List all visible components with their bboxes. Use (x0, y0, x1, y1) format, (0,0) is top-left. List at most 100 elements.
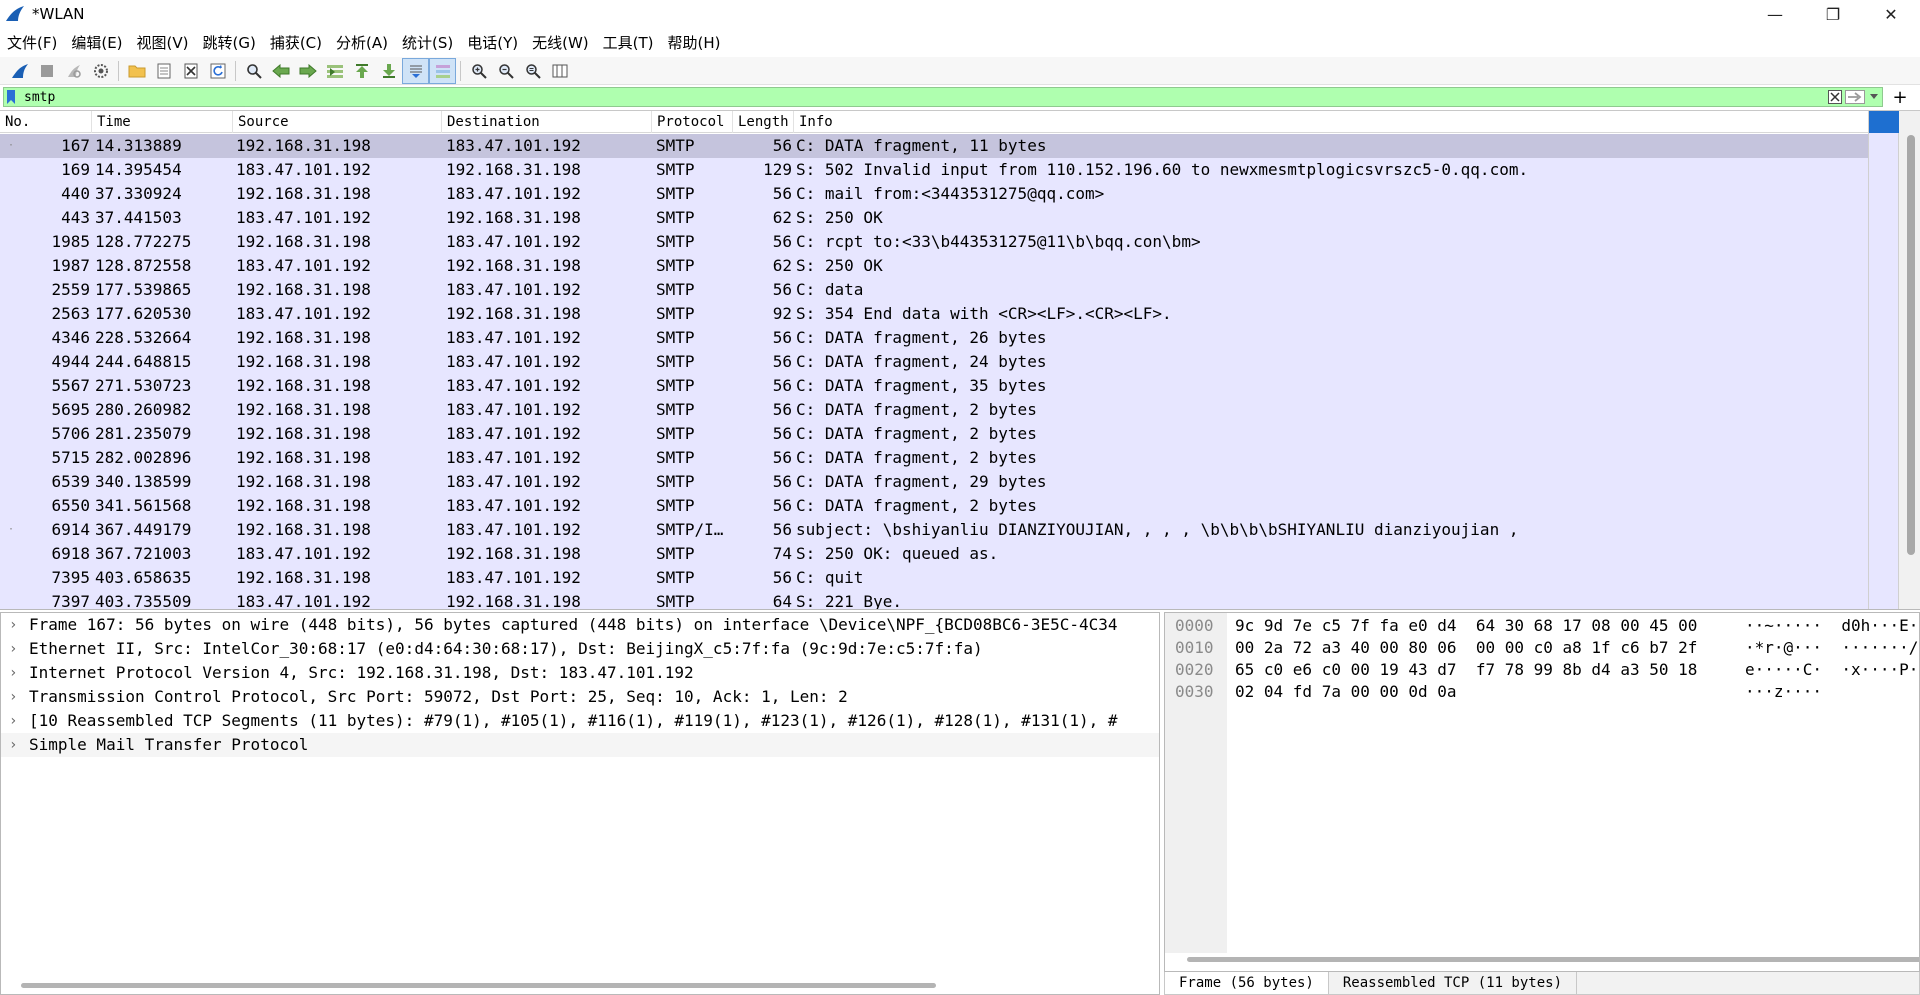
open-file-button[interactable] (123, 58, 150, 84)
detail-tree-row[interactable]: › [10 Reassembled TCP Segments (11 bytes)… (1, 709, 1159, 733)
bytes-hex[interactable]: 65 c0 e6 c0 00 19 43 d7 f7 78 99 8b d4 a… (1235, 659, 1697, 681)
packet-row[interactable]: 6918 367.721003 183.47.101.192 192.168.31.1… (0, 542, 1868, 566)
column-header-length[interactable]: Length (733, 111, 794, 133)
first-packet-button[interactable] (348, 58, 375, 84)
add-filter-button-icon[interactable]: + (1889, 86, 1911, 108)
menu-capture[interactable]: 捕获(C) (263, 29, 329, 57)
zoom-in-button[interactable] (465, 58, 492, 84)
packet-cell-no: 4944 (51, 352, 90, 371)
packet-row[interactable]: 6539 340.138599 192.168.31.198 183.47.101.1… (0, 470, 1868, 494)
menu-bar: 文件(F) 编辑(E) 视图(V) 跳转(G) 捕获(C) 分析(A) 统计(S… (0, 29, 1920, 57)
reload-file-button[interactable] (204, 58, 231, 84)
detail-tree-row[interactable]: › Ethernet II, Src: IntelCor_30:68:17 (e0… (1, 637, 1159, 661)
normal-size-button[interactable] (519, 58, 546, 84)
menu-file[interactable]: 文件(F) (0, 29, 64, 57)
chevron-right-icon[interactable]: › (9, 637, 21, 661)
menu-analyze[interactable]: 分析(A) (329, 29, 395, 57)
column-header-destination[interactable]: Destination (442, 111, 652, 133)
clear-filter-button[interactable] (1826, 88, 1844, 106)
restore-button[interactable]: ❐ (1804, 0, 1862, 28)
minimize-button[interactable]: — (1746, 0, 1804, 28)
menu-edit[interactable]: 编辑(E) (64, 29, 129, 57)
packet-row[interactable]: 7395 403.658635 192.168.31.198 183.47.101.1… (0, 566, 1868, 590)
capture-options-button[interactable] (87, 58, 114, 84)
colorize-button[interactable] (429, 57, 456, 84)
packet-row[interactable]: 6550 341.561568 192.168.31.198 183.47.101.1… (0, 494, 1868, 518)
bytes-ascii[interactable]: ··~····· d0h···E· (1745, 615, 1918, 637)
chevron-right-icon[interactable]: › (9, 733, 21, 757)
packet-row[interactable]: 4944 244.648815 192.168.31.198 183.47.101.1… (0, 350, 1868, 374)
close-file-button[interactable] (177, 58, 204, 84)
packet-row[interactable]: 1987 128.872558 183.47.101.192 192.168.31.1… (0, 254, 1868, 278)
chevron-right-icon[interactable]: › (9, 613, 21, 637)
column-header-time[interactable]: Time (92, 111, 233, 133)
detail-tree-row[interactable]: › Transmission Control Protocol, Src Port… (1, 685, 1159, 709)
bytes-hex[interactable]: 02 04 fd 7a 00 00 0d 0a (1235, 681, 1457, 703)
packet-row[interactable]: 5695 280.260982 192.168.31.198 183.47.101.1… (0, 398, 1868, 422)
packet-cell-src: 192.168.31.198 (236, 400, 371, 419)
column-header-protocol[interactable]: Protocol (652, 111, 733, 133)
packet-row[interactable]: 2563 177.620530 183.47.101.192 192.168.31.1… (0, 302, 1868, 326)
tab-reassembled-tcp[interactable]: Reassembled TCP (11 bytes) (1329, 972, 1578, 994)
menu-statistics[interactable]: 统计(S) (395, 29, 460, 57)
display-filter-bar: + (0, 86, 1920, 108)
menu-go[interactable]: 跳转(G) (196, 29, 263, 57)
packet-row[interactable]: 169 14.395454 183.47.101.192 192.168.31.198… (0, 158, 1868, 182)
bytes-ascii[interactable]: e·····C· ·x····P· (1745, 659, 1918, 681)
resize-columns-button[interactable] (546, 58, 573, 84)
stop-capture-button[interactable] (33, 58, 60, 84)
packet-row[interactable]: 7397 403.735509 183.47.101.192 192.168.31.1… (0, 590, 1868, 609)
go-forward-button[interactable] (294, 58, 321, 84)
filter-history-dropdown[interactable] (1866, 88, 1882, 106)
packet-row[interactable]: 5715 282.002896 192.168.31.198 183.47.101.1… (0, 446, 1868, 470)
packet-row[interactable]: · 167 14.313889 192.168.31.198 183.47.101.19… (0, 134, 1868, 158)
packet-row[interactable]: · 6914 367.449179 192.168.31.198 183.47.101.… (0, 518, 1868, 542)
menu-help[interactable]: 帮助(H) (661, 29, 728, 57)
detail-tree-row[interactable]: › Internet Protocol Version 4, Src: 192.1… (1, 661, 1159, 685)
column-header-source[interactable]: Source (233, 111, 442, 133)
menu-wireless[interactable]: 无线(W) (525, 29, 596, 57)
menu-view[interactable]: 视图(V) (130, 29, 196, 57)
packet-list-scrollbar[interactable] (1868, 111, 1920, 609)
menu-tools[interactable]: 工具(T) (596, 29, 661, 57)
details-horizontal-scroll-thumb[interactable] (21, 983, 936, 988)
chevron-right-icon[interactable]: › (9, 709, 21, 733)
packet-row[interactable]: 5567 271.530723 192.168.31.198 183.47.101.1… (0, 374, 1868, 398)
packet-row[interactable]: 5706 281.235079 192.168.31.198 183.47.101.1… (0, 422, 1868, 446)
bytes-horizontal-scroll-thumb[interactable] (1187, 957, 1919, 962)
chevron-right-icon[interactable]: › (9, 685, 21, 709)
column-header-info[interactable]: Info (794, 111, 1868, 133)
close-button[interactable]: ✕ (1862, 0, 1920, 28)
restart-capture-button[interactable] (60, 58, 87, 84)
menu-telephony[interactable]: 电话(Y) (460, 29, 525, 57)
packet-minimap[interactable] (1869, 111, 1899, 609)
auto-scroll-button[interactable] (402, 57, 429, 84)
bytes-hex[interactable]: 00 2a 72 a3 40 00 80 06 00 00 c0 a8 1f c… (1235, 637, 1697, 659)
packet-cell-info: S: 354 End data with <CR><LF>.<CR><LF>. (796, 304, 1172, 323)
detail-tree-row[interactable]: › Simple Mail Transfer Protocol (1, 733, 1159, 757)
save-file-button[interactable] (150, 58, 177, 84)
find-packet-button[interactable] (240, 58, 267, 84)
packet-row[interactable]: 4346 228.532664 192.168.31.198 183.47.101.1… (0, 326, 1868, 350)
tab-frame-bytes[interactable]: Frame (56 bytes) (1165, 972, 1329, 994)
detail-tree-row[interactable]: › Frame 167: 56 bytes on wire (448 bits),… (1, 613, 1159, 637)
packet-row[interactable]: 2559 177.539865 192.168.31.198 183.47.101.1… (0, 278, 1868, 302)
last-packet-button[interactable] (375, 58, 402, 84)
go-back-button[interactable] (267, 58, 294, 84)
column-header-no[interactable]: No. (0, 111, 92, 133)
bytes-hex[interactable]: 9c 9d 7e c5 7f fa e0 d4 64 30 68 17 08 0… (1235, 615, 1697, 637)
zoom-out-button[interactable] (492, 58, 519, 84)
vertical-scroll-thumb[interactable] (1907, 135, 1915, 555)
apply-filter-button[interactable] (1844, 88, 1866, 106)
packet-row[interactable]: 1985 128.772275 192.168.31.198 183.47.101.1… (0, 230, 1868, 254)
bytes-ascii[interactable]: ···z···· (1745, 681, 1822, 703)
packet-row[interactable]: 443 37.441503 183.47.101.192 192.168.31.198… (0, 206, 1868, 230)
start-capture-button[interactable] (6, 58, 33, 84)
bytes-ascii[interactable]: ·*r·@··· ·······/ (1745, 637, 1918, 659)
packet-cell-time: 14.395454 (95, 160, 182, 179)
chevron-right-icon[interactable]: › (9, 661, 21, 685)
display-filter-input[interactable] (18, 88, 1826, 106)
go-to-packet-button[interactable] (321, 58, 348, 84)
packet-row[interactable]: 440 37.330924 192.168.31.198 183.47.101.192… (0, 182, 1868, 206)
filter-bookmark-button[interactable] (4, 88, 18, 106)
